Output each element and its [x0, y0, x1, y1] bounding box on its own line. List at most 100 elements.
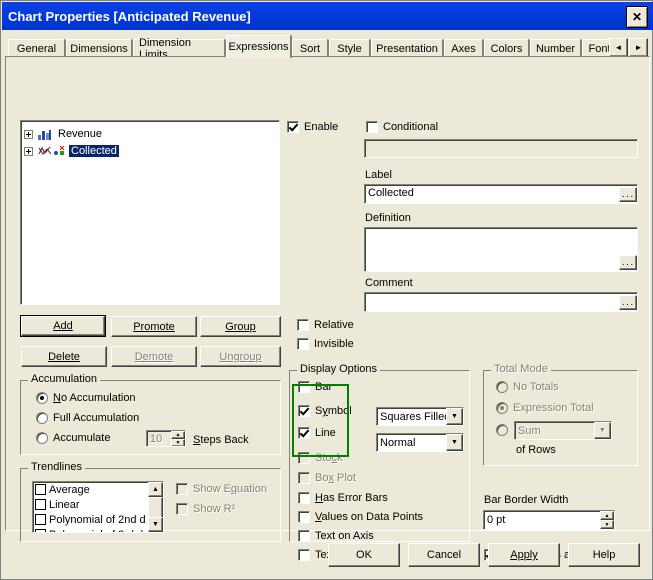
- label-input[interactable]: Collected: [364, 184, 638, 204]
- list-item[interactable]: Average: [33, 482, 163, 497]
- symbol-type-combo[interactable]: Squares Filled ▼: [376, 407, 464, 426]
- tab-expressions[interactable]: Expressions: [226, 35, 291, 58]
- add-button-label: Add: [53, 320, 73, 332]
- relative-label: Relative: [314, 319, 354, 331]
- label-browse-button[interactable]: ···: [619, 187, 637, 202]
- bar-border-width-spinner[interactable]: 0 pt ▲ ▼: [483, 510, 615, 530]
- line-type-combo[interactable]: Normal ▼: [376, 433, 464, 452]
- radio-circle: [36, 392, 48, 404]
- promote-button[interactable]: Promote: [111, 316, 197, 337]
- conditional-checkbox[interactable]: Conditional: [366, 121, 438, 133]
- checkbox-box: [298, 452, 310, 464]
- invisible-checkbox[interactable]: Invisible: [297, 338, 354, 350]
- chevron-down-icon: ▼: [594, 422, 611, 439]
- of-rows-label: of Rows: [516, 444, 556, 456]
- line-type-value: Normal: [380, 436, 416, 449]
- list-item-label: Average: [49, 483, 90, 496]
- scroll-down-icon[interactable]: ▼: [148, 517, 163, 532]
- total-mode-group: Total Mode No Totals Expression Total Su…: [483, 364, 638, 466]
- radio-expression-total: Expression Total: [496, 402, 594, 414]
- aggregation-value: Sum: [518, 424, 541, 437]
- trendlines-listbox[interactable]: Average Linear Polynomial of 2nd d Polyn…: [32, 481, 164, 533]
- checkbox-box: [298, 427, 310, 439]
- display-options-group: Display Options Bar Symbol Line Stock Bo…: [289, 364, 470, 561]
- ungroup-button-label: Ungroup: [219, 350, 262, 363]
- tree-item-revenue[interactable]: Revenue: [24, 126, 104, 142]
- scroll-thumb[interactable]: [148, 497, 163, 519]
- radio-label: No Totals: [513, 381, 559, 393]
- chevron-down-icon[interactable]: ▼: [446, 434, 463, 451]
- delete-button[interactable]: Delete: [21, 346, 107, 367]
- checkbox-box: [176, 503, 188, 515]
- radio-aggregation: [496, 424, 513, 436]
- tab-scroll-right-icon[interactable]: ►: [629, 38, 648, 57]
- definition-input[interactable]: [364, 227, 638, 272]
- stock-checkbox: Stock: [298, 452, 343, 464]
- line-checkbox[interactable]: Line: [298, 427, 336, 439]
- radio-label: Full Accumulation: [53, 412, 140, 424]
- radio-no-accumulation[interactable]: No Accumulation: [36, 392, 136, 404]
- apply-button[interactable]: Apply: [488, 543, 560, 567]
- radio-label: No Accumulation: [53, 392, 136, 404]
- checkbox-box[interactable]: [35, 499, 46, 510]
- checkbox-box: [287, 121, 299, 133]
- help-button[interactable]: Help: [568, 543, 640, 567]
- help-button-label: Help: [592, 549, 616, 561]
- steps-back-spinner: 10 ▲ ▼: [146, 430, 186, 447]
- cancel-button[interactable]: Cancel: [408, 543, 480, 567]
- bar-border-width-value: 0 pt: [487, 514, 506, 526]
- expander-icon[interactable]: [24, 146, 33, 156]
- has-error-bars-checkbox[interactable]: Has Error Bars: [298, 492, 388, 504]
- spinner-buttons: ▲ ▼: [171, 431, 185, 446]
- group-button-label: Group: [225, 320, 256, 333]
- comment-input[interactable]: [364, 292, 638, 312]
- accumulation-title: Accumulation: [28, 374, 101, 385]
- values-on-data-points-label: Values on Data Points: [315, 511, 424, 523]
- list-item[interactable]: Polynomial of 2nd d: [33, 512, 163, 527]
- expressions-tree[interactable]: Revenue Collected: [20, 120, 280, 305]
- bar-chart-icon: [38, 128, 52, 140]
- chart-properties-dialog: Chart Properties [Anticipated Revenue] ✕…: [0, 0, 653, 580]
- dialog-button-bar: OK Cancel Apply Help: [1, 533, 652, 579]
- chevron-down-icon[interactable]: ▼: [446, 408, 463, 425]
- show-r2-label: Show R²: [193, 503, 236, 515]
- radio-full-accumulation[interactable]: Full Accumulation: [36, 412, 139, 424]
- bar-checkbox[interactable]: Bar: [298, 381, 332, 393]
- checkbox-box: [298, 511, 310, 523]
- group-button[interactable]: Group: [200, 316, 281, 337]
- values-on-data-points-checkbox[interactable]: Values on Data Points: [298, 511, 423, 523]
- trendlines-group: Trendlines Average Linear Polynomial of …: [20, 462, 281, 542]
- ok-button[interactable]: OK: [328, 543, 400, 567]
- checkbox-box[interactable]: [35, 514, 46, 525]
- stock-label: Stock: [315, 452, 343, 464]
- add-button[interactable]: Add: [20, 315, 106, 337]
- expander-icon[interactable]: [24, 129, 33, 139]
- radio-accumulate[interactable]: Accumulate: [36, 432, 110, 444]
- accumulation-group: Accumulation No Accumulation Full Accumu…: [20, 374, 281, 455]
- relative-checkbox[interactable]: Relative: [297, 319, 354, 331]
- show-equation-label: Show Equation: [193, 483, 268, 495]
- symbol-checkbox[interactable]: Symbol: [298, 405, 352, 417]
- definition-browse-button[interactable]: ···: [619, 255, 637, 270]
- radio-circle: [496, 402, 508, 414]
- checkbox-box: [176, 483, 188, 495]
- tab-scroll-left-icon[interactable]: ◄: [609, 38, 628, 57]
- radio-circle: [36, 412, 48, 424]
- demote-button-label: Demote: [134, 350, 174, 363]
- trendlines-scrollbar[interactable]: ▲ ▼: [148, 482, 163, 532]
- tree-item-collected[interactable]: Collected: [24, 143, 119, 159]
- scroll-up-icon[interactable]: ▲: [148, 482, 163, 497]
- enable-checkbox[interactable]: Enable: [287, 121, 338, 133]
- spinner-buttons[interactable]: ▲ ▼: [600, 511, 614, 529]
- show-equation-checkbox: Show Equation: [176, 483, 267, 495]
- symbol-label: Symbol: [315, 405, 352, 417]
- cancel-button-label: Cancel: [426, 549, 462, 561]
- definition-caption: Definition: [365, 212, 411, 224]
- checkbox-box[interactable]: [35, 484, 46, 495]
- comment-caption: Comment: [365, 277, 413, 289]
- conditional-input: [364, 139, 638, 158]
- radio-circle: [36, 432, 48, 444]
- list-item[interactable]: Linear: [33, 497, 163, 512]
- comment-browse-button[interactable]: ···: [619, 295, 637, 310]
- close-icon[interactable]: ✕: [626, 6, 648, 28]
